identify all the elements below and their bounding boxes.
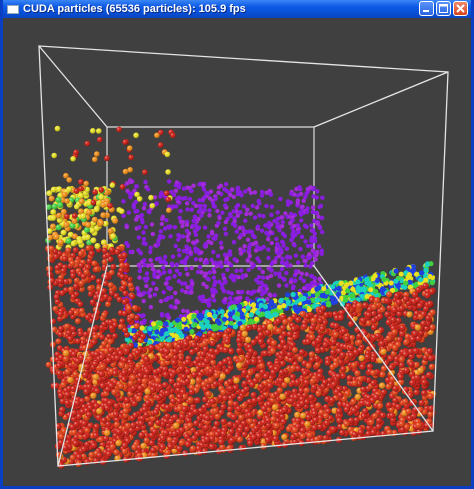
close-icon: [456, 4, 465, 13]
maximize-icon: [439, 4, 448, 13]
app-window-icon[interactable]: [7, 4, 19, 14]
title-bar[interactable]: CUDA particles (65536 particles): 105.9 …: [3, 0, 471, 18]
close-button[interactable]: [453, 1, 468, 16]
window-title: CUDA particles (65536 particles): 105.9 …: [23, 3, 246, 15]
minimize-button[interactable]: [419, 1, 434, 16]
particle-cloud: [45, 125, 437, 469]
window-controls: [419, 1, 468, 16]
particle-viewport[interactable]: [3, 18, 471, 486]
maximize-button[interactable]: [436, 1, 451, 16]
app-window: CUDA particles (65536 particles): 105.9 …: [0, 0, 474, 489]
minimize-icon: [423, 10, 429, 12]
